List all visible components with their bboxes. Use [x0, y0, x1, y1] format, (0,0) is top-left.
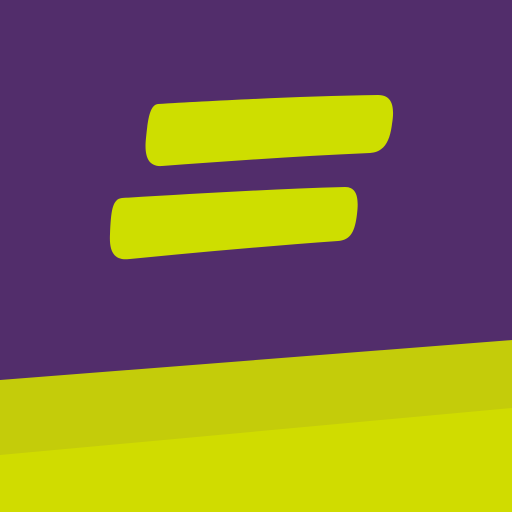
app-icon — [0, 0, 512, 512]
app-icon-artwork — [0, 0, 512, 512]
